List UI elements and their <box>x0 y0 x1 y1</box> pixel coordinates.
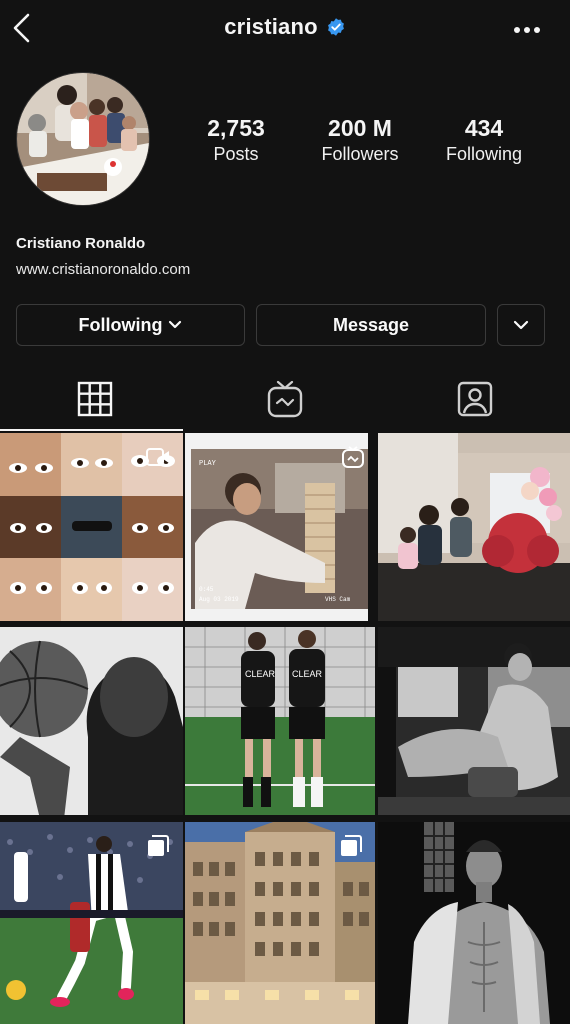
profile-website-link[interactable]: www.cristianoronaldo.com <box>16 261 190 278</box>
svg-text:Aug 03 2019: Aug 03 2019 <box>199 596 239 603</box>
svg-text:VHS Cam: VHS Cam <box>325 596 351 603</box>
more-horizontal-icon <box>514 27 540 33</box>
post-thumbnail[interactable] <box>185 822 375 1024</box>
username-title: cristiano <box>224 14 318 39</box>
video-icon <box>146 448 169 466</box>
chevron-down-icon <box>169 320 182 329</box>
message-button[interactable]: Message <box>256 304 486 346</box>
carousel-icon <box>341 835 362 856</box>
following-button-label: Following <box>78 314 163 335</box>
profile-header: cristiano <box>0 0 570 62</box>
posts-stat[interactable]: 2,753 Posts <box>176 114 296 166</box>
verified-badge-icon <box>327 18 344 36</box>
post-thumbnail[interactable]: CLEAR CLEAR <box>185 627 375 815</box>
tab-igtv[interactable] <box>190 376 380 422</box>
tab-tagged[interactable] <box>380 376 570 422</box>
active-tab-indicator <box>0 429 183 431</box>
following-count: 434 <box>464 115 504 141</box>
svg-text:CLEAR: CLEAR <box>292 669 323 679</box>
profile-full-name: Cristiano Ronaldo <box>16 235 146 252</box>
following-stat[interactable]: 434 Following <box>424 114 544 166</box>
svg-text:0:45: 0:45 <box>199 586 214 593</box>
carousel-icon <box>148 835 169 856</box>
post-thumbnail[interactable] <box>378 433 570 621</box>
posts-label: Posts <box>213 144 259 164</box>
posts-count: 2,753 <box>207 115 265 141</box>
followers-label: Followers <box>321 144 399 164</box>
post-thumbnail[interactable] <box>378 627 570 815</box>
igtv-icon <box>267 380 303 418</box>
tagged-person-icon <box>457 381 493 417</box>
following-label: Following <box>445 144 523 164</box>
username-title-container: cristiano <box>0 14 570 40</box>
profile-avatar[interactable] <box>16 72 150 206</box>
followers-count: 200 M <box>328 115 392 141</box>
grid-icon <box>77 381 113 417</box>
svg-text:CLEAR: CLEAR <box>245 669 276 679</box>
message-button-label: Message <box>332 314 410 335</box>
following-button[interactable]: Following <box>16 304 245 346</box>
post-thumbnail[interactable] <box>0 433 183 621</box>
post-thumbnail[interactable] <box>0 627 183 815</box>
chevron-down-icon <box>513 320 529 330</box>
igtv-icon <box>342 446 364 468</box>
more-options-button[interactable] <box>510 20 546 40</box>
post-thumbnail[interactable]: PLAY 0:45 Aug 03 2019 VHS Cam <box>185 433 368 621</box>
post-thumbnail[interactable] <box>378 822 570 1024</box>
post-thumbnail[interactable] <box>0 822 183 1024</box>
followers-stat[interactable]: 200 M Followers <box>300 114 420 166</box>
suggested-accounts-button[interactable] <box>497 304 545 346</box>
svg-text:PLAY: PLAY <box>199 460 217 468</box>
tab-grid[interactable] <box>0 376 190 422</box>
